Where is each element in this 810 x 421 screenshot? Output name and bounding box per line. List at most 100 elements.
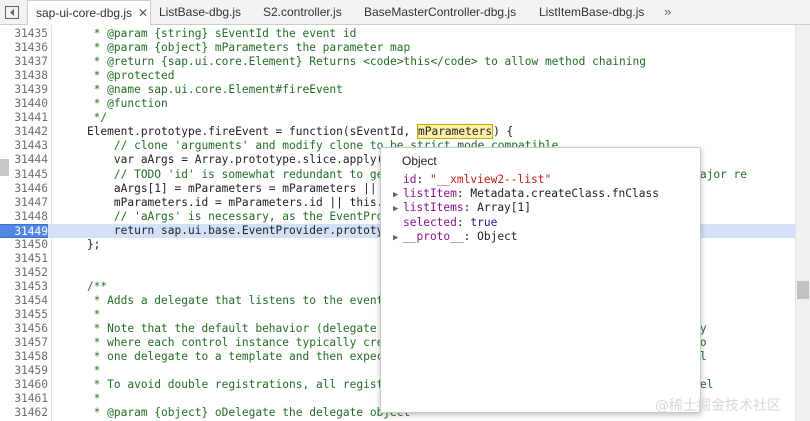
code-segment: aArgs[1] = mParameters = mParameters || … bbox=[60, 181, 391, 195]
line-number[interactable]: 31461 bbox=[0, 392, 48, 406]
line-number[interactable]: 31446 bbox=[0, 182, 48, 196]
code-text: mParameters.id = mParameters.id || this.… bbox=[60, 196, 390, 210]
code-segment: * bbox=[60, 364, 101, 378]
tab-label: sap-ui-core-dbg.js bbox=[36, 6, 133, 20]
line-number[interactable]: 31454 bbox=[0, 294, 48, 308]
code-text: aArgs[1] = mParameters = mParameters || … bbox=[60, 182, 390, 196]
line-number[interactable]: 31441 bbox=[0, 111, 48, 125]
property-value: true bbox=[470, 215, 498, 229]
expand-triangle-icon[interactable]: ▶ bbox=[393, 231, 403, 245]
line-number[interactable]: 31456 bbox=[0, 322, 48, 336]
code-segment: * Adds a delegate that listens to the ev… bbox=[60, 293, 391, 307]
tab-label: S2.controller.js bbox=[263, 5, 342, 19]
code-text: * @return {sap.ui.core.Element} Returns … bbox=[60, 55, 646, 69]
property-row[interactable]: id: "__xmlview2--list" bbox=[393, 173, 551, 187]
property-key: selected bbox=[403, 215, 457, 229]
code-text: */ bbox=[60, 111, 107, 125]
scrollbar-thumb[interactable] bbox=[797, 281, 809, 299]
line-number[interactable]: 31442 bbox=[0, 125, 48, 139]
line-number[interactable]: 31436 bbox=[0, 41, 48, 55]
tab-sap-ui-core[interactable]: sap-ui-core-dbg.js ✕ bbox=[27, 0, 151, 26]
expand-triangle-icon[interactable]: ▶ bbox=[393, 202, 403, 216]
line-number[interactable]: 31449 bbox=[0, 223, 48, 238]
tab-s2-controller[interactable]: S2.controller.js bbox=[255, 0, 350, 25]
code-segment: * bbox=[60, 308, 101, 321]
line-number[interactable]: 31455 bbox=[0, 308, 48, 322]
vertical-scrollbar[interactable] bbox=[795, 25, 810, 421]
code-line[interactable]: 31437 * @return {sap.ui.core.Element} Re… bbox=[0, 55, 795, 69]
code-line[interactable]: 31438 * @protected bbox=[0, 69, 795, 83]
code-segment: * @function bbox=[60, 97, 168, 111]
line-number[interactable]: 31450 bbox=[0, 238, 48, 252]
tab-listitembase[interactable]: ListItemBase-dbg.js bbox=[531, 0, 652, 25]
code-line[interactable]: 31435 * @param {string} sEventId the eve… bbox=[0, 27, 795, 41]
line-number[interactable]: 31447 bbox=[0, 196, 48, 210]
line-number[interactable]: 31460 bbox=[0, 378, 48, 392]
code-text: * @param {string} sEventId the event id bbox=[60, 27, 357, 41]
popover-title: Object bbox=[402, 154, 437, 168]
code-text: * @protected bbox=[60, 69, 175, 83]
line-number[interactable]: 31440 bbox=[0, 97, 48, 111]
code-line[interactable]: 31441 */ bbox=[0, 111, 795, 125]
line-number[interactable]: 31445 bbox=[0, 168, 48, 182]
line-number[interactable]: 31435 bbox=[0, 27, 48, 41]
property-row[interactable]: ▶ listItem: Metadata.createClass.fnClass bbox=[393, 187, 659, 201]
property-value: Metadata.createClass.fnClass bbox=[470, 187, 659, 201]
code-text: * @name sap.ui.core.Element#fireEvent bbox=[60, 83, 343, 97]
property-value: "__xmlview2--list" bbox=[429, 173, 552, 186]
property-row[interactable]: selected: true bbox=[393, 216, 497, 230]
line-number[interactable]: 31458 bbox=[0, 350, 48, 364]
tab-label: BaseMasterController-dbg.js bbox=[364, 5, 517, 19]
code-segment: * @name sap.ui.core.Element#fireEvent bbox=[60, 83, 343, 97]
tab-listbase[interactable]: ListBase-dbg.js bbox=[151, 0, 249, 25]
property-key: listItems bbox=[403, 201, 464, 215]
code-segment: * @protected bbox=[60, 69, 175, 83]
property-value: Array[1] bbox=[477, 201, 531, 215]
line-number[interactable]: 31443 bbox=[0, 139, 48, 153]
tab-basemastercontroller[interactable]: BaseMasterController-dbg.js bbox=[356, 0, 524, 25]
code-segment: */ bbox=[60, 111, 108, 125]
code-segment: // 'aArgs' is necessary, as the EventPro… bbox=[60, 209, 397, 223]
line-number[interactable]: 31457 bbox=[0, 336, 48, 350]
line-number[interactable]: 31439 bbox=[0, 83, 48, 97]
code-segment: return sap.ui.base.EventProvider.prototy… bbox=[60, 223, 391, 237]
property-key: id bbox=[403, 173, 417, 186]
code-segment: /** bbox=[60, 279, 108, 293]
close-icon[interactable]: ✕ bbox=[138, 6, 148, 20]
line-number[interactable]: 31437 bbox=[0, 55, 48, 69]
code-segment: * @return {sap.ui.core.Element} Returns … bbox=[60, 55, 646, 69]
line-number[interactable]: 31462 bbox=[0, 406, 48, 420]
code-segment: * @param {string} sEventId the event id bbox=[60, 27, 357, 40]
hovered-token[interactable]: mParameters bbox=[416, 124, 494, 140]
code-text: * @param {object} mParameters the parame… bbox=[60, 41, 411, 55]
code-text: // 'aArgs' is necessary, as the EventPro… bbox=[60, 210, 397, 224]
code-text: * @param {object} oDelegate the delegate… bbox=[60, 406, 411, 420]
code-segment: * @param {object} mParameters the parame… bbox=[60, 41, 411, 55]
property-key: __proto__ bbox=[403, 229, 464, 243]
line-number[interactable]: 31451 bbox=[0, 252, 48, 266]
code-text: var aArgs = Array.prototype.slice.apply(… bbox=[60, 153, 390, 167]
code-segment: Element.prototype.fireEvent = function(s… bbox=[60, 125, 417, 139]
tab-overflow-button[interactable]: » bbox=[664, 0, 671, 25]
code-line[interactable]: 31442 Element.prototype.fireEvent = func… bbox=[0, 124, 795, 140]
line-number[interactable]: 31459 bbox=[0, 364, 48, 378]
line-number[interactable]: 31444 bbox=[0, 153, 48, 167]
code-line[interactable]: 31436 * @param {object} mParameters the … bbox=[0, 41, 795, 55]
property-row[interactable]: ▶ __proto__: Object bbox=[393, 230, 518, 244]
line-number[interactable]: 31452 bbox=[0, 266, 48, 280]
property-row[interactable]: ▶ listItems: Array[1] bbox=[393, 201, 531, 215]
line-number[interactable]: 31438 bbox=[0, 69, 48, 83]
code-line[interactable]: 31439 * @name sap.ui.core.Element#fireEv… bbox=[0, 83, 795, 97]
code-text: * @function bbox=[60, 97, 168, 111]
line-number[interactable]: 31448 bbox=[0, 210, 48, 224]
line-number[interactable]: 31453 bbox=[0, 280, 48, 294]
code-text: /** bbox=[60, 280, 107, 294]
watermark: @稀土掘金技术社区 bbox=[655, 398, 781, 414]
code-text: }; bbox=[60, 238, 100, 252]
expand-triangle-icon[interactable]: ▶ bbox=[393, 188, 403, 202]
tab-label: ListItemBase-dbg.js bbox=[539, 5, 645, 19]
tab-navigator-button[interactable] bbox=[4, 5, 20, 20]
code-segment: mParameters.id = mParameters.id || this.… bbox=[60, 195, 391, 209]
code-text: * Adds a delegate that listens to the ev… bbox=[60, 294, 390, 308]
code-line[interactable]: 31440 * @function bbox=[0, 97, 795, 111]
